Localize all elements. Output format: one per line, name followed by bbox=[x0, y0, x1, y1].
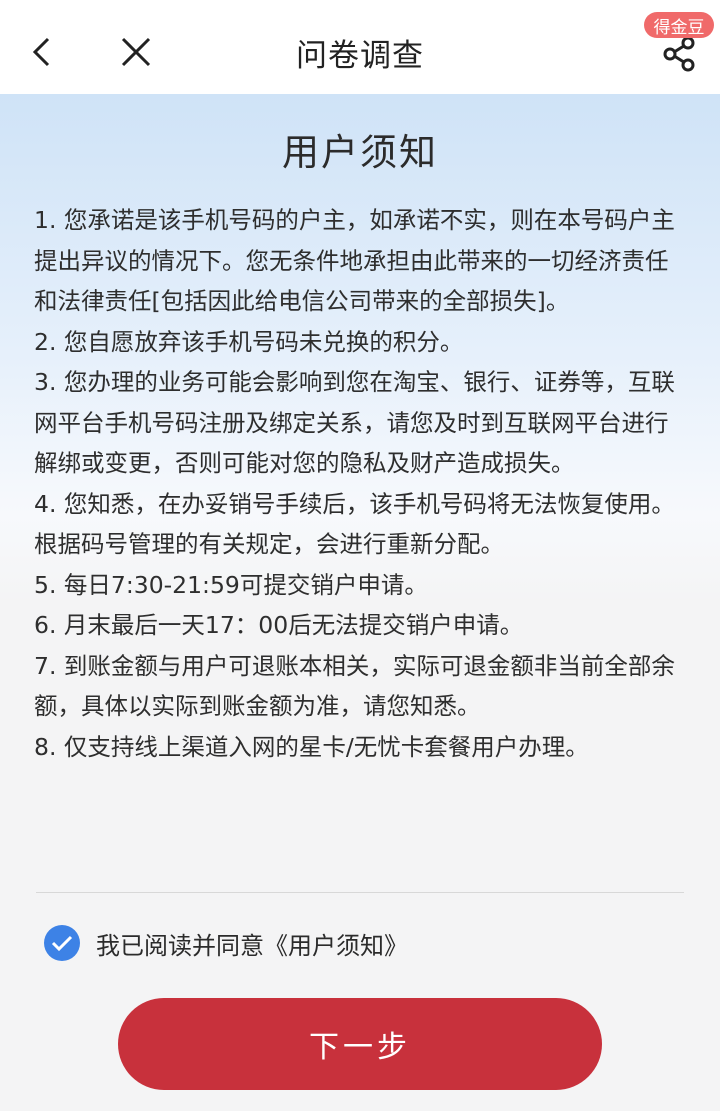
terms-list: 1. 您承诺是该手机号码的户主，如承诺不实，则在本号码户主提出异议的情况下。您无… bbox=[34, 200, 690, 767]
term-item: 3. 您办理的业务可能会影响到您在淘宝、银行、证券等，互联网平台手机号码注册及绑… bbox=[34, 368, 675, 477]
term-item: 4. 您知悉，在办妥销号手续后，该手机号码将无法恢复使用。根据码号管理的有关规定… bbox=[34, 489, 675, 559]
top-nav-bar: 问卷调查 得金豆 bbox=[0, 0, 720, 94]
gold-beans-badge[interactable]: 得金豆 bbox=[644, 12, 714, 38]
term-item: 5. 每日7:30-21:59可提交销户申请。 bbox=[34, 570, 428, 599]
term-item: 7. 到账金额与用户可退账本相关，实际可退金额非当前全部余额，具体以实际到账金额… bbox=[34, 651, 675, 721]
term-item: 8. 仅支持线上渠道入网的星卡/无忧卡套餐用户办理。 bbox=[34, 732, 589, 761]
notice-title: 用户须知 bbox=[282, 131, 438, 174]
agreement-label[interactable]: 我已阅读并同意《用户须知》 bbox=[96, 926, 408, 961]
notice-panel: 用户须知 1. 您承诺是该手机号码的户主，如承诺不实，则在本号码户主提出异议的情… bbox=[0, 94, 720, 1111]
term-item: 6. 月末最后一天17：00后无法提交销户申请。 bbox=[34, 611, 524, 639]
divider bbox=[36, 892, 684, 893]
term-item: 1. 您承诺是该手机号码的户主，如承诺不实，则在本号码户主提出异议的情况下。您无… bbox=[34, 206, 675, 315]
share-icon bbox=[663, 36, 695, 72]
checkmark-icon bbox=[51, 935, 73, 952]
page-title: 问卷调查 bbox=[296, 38, 424, 74]
agreement-row[interactable]: 我已阅读并同意《用户须知》 bbox=[44, 923, 408, 963]
next-step-button[interactable]: 下一步 bbox=[118, 998, 602, 1090]
agreement-checkbox[interactable] bbox=[44, 925, 80, 961]
term-item: 2. 您自愿放弃该手机号码未兑换的积分。 bbox=[34, 327, 464, 356]
